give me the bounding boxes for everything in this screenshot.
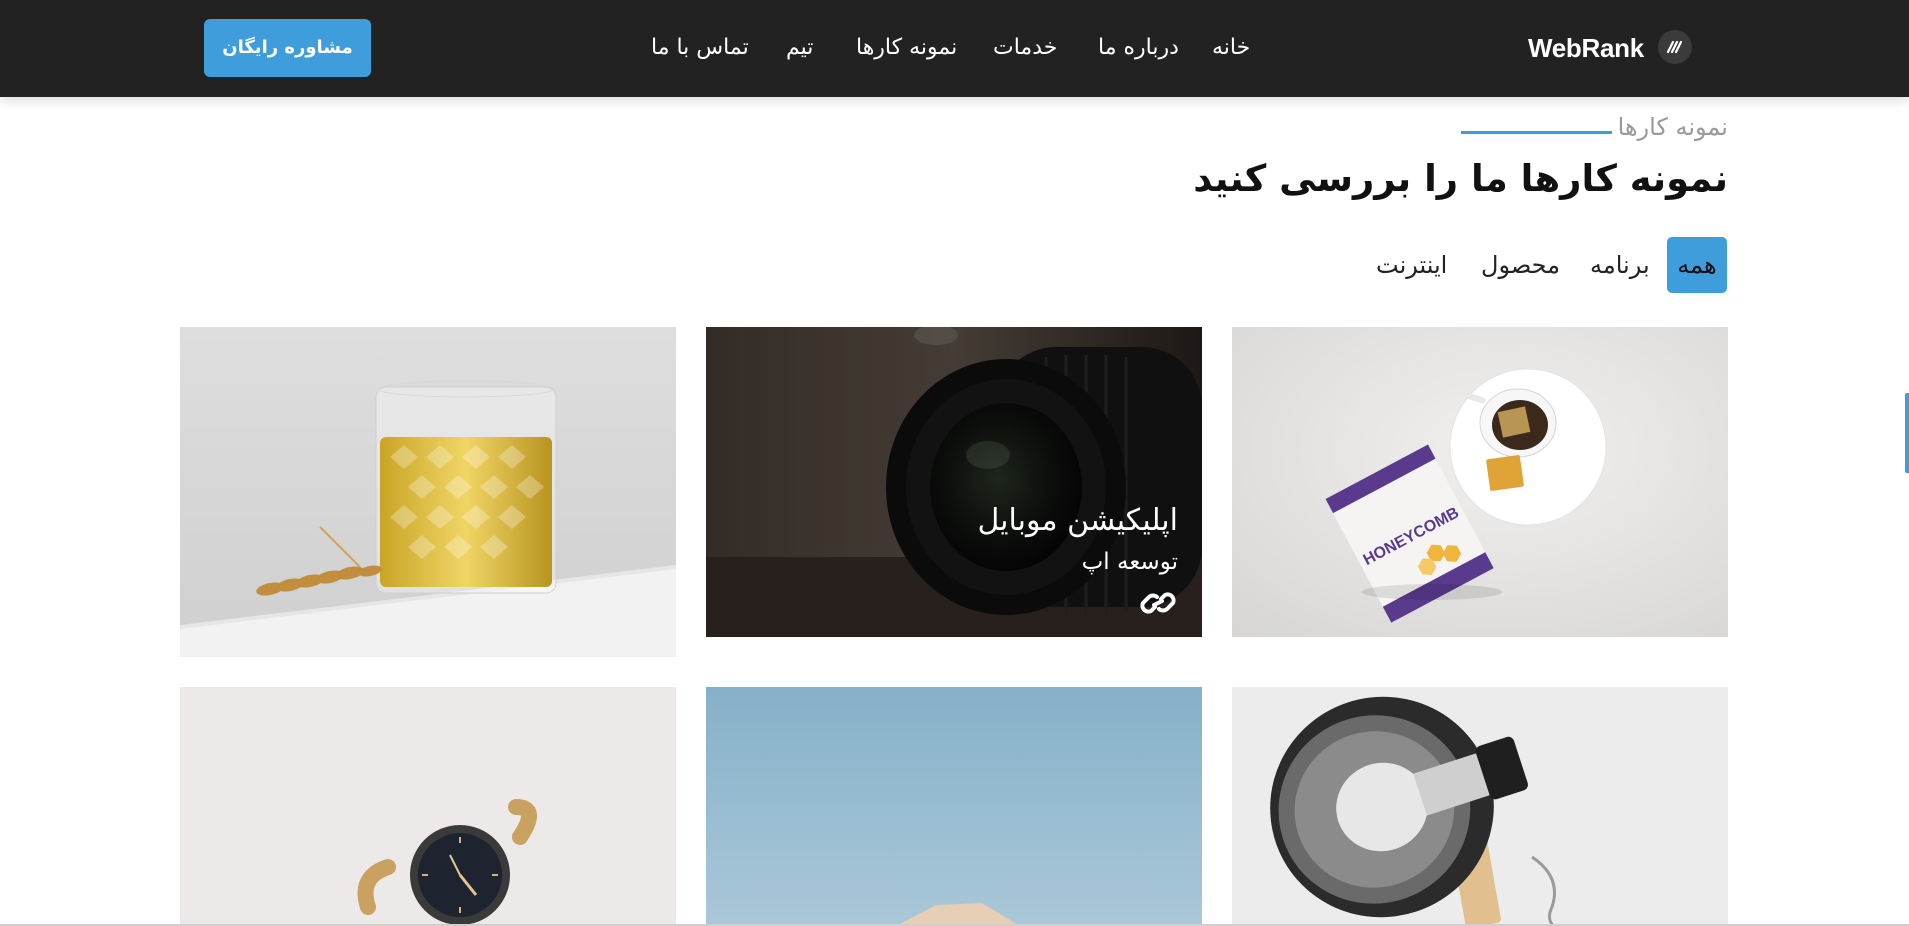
wrist-watch-image <box>180 687 676 926</box>
desk-lamp-image <box>1232 687 1728 926</box>
portfolio-card-sky[interactable] <box>706 687 1202 926</box>
portfolio-card-mobile-app[interactable]: اپلیکیشن موبایل توسعه اپ <box>706 327 1202 637</box>
link-icon[interactable] <box>1138 585 1178 621</box>
nav-item-services[interactable]: خدمات <box>993 30 1057 66</box>
site-header: مشاوره رایگان تماس با ما تیم نمونه کارها… <box>0 0 1909 97</box>
brand-name[interactable]: WebRank <box>1528 28 1644 68</box>
filter-internet[interactable]: اینترنت <box>1376 237 1447 293</box>
nav-item-about[interactable]: درباره ما <box>1098 30 1179 66</box>
webrank-logo-icon[interactable] <box>1658 30 1692 64</box>
section-title: نمونه کارها ما را بررسی کنید <box>1193 157 1728 200</box>
section-eyebrow: نمونه کارها <box>1617 113 1728 141</box>
nav-item-portfolio[interactable]: نمونه کارها <box>856 30 957 66</box>
nav-item-contact[interactable]: تماس با ما <box>651 30 749 66</box>
scroll-edge-handle[interactable] <box>1905 393 1909 473</box>
nav-item-home[interactable]: خانه <box>1212 30 1250 66</box>
free-consultation-button[interactable]: مشاوره رایگان <box>204 19 371 77</box>
blue-sky-image <box>706 687 1202 926</box>
card-title: اپلیکیشن موبایل <box>977 503 1178 538</box>
honeycomb-tea-image: HONEYCOMB <box>1232 327 1728 637</box>
portfolio-card-lamp[interactable] <box>1232 687 1728 926</box>
filter-app[interactable]: برنامه <box>1590 237 1650 293</box>
card-subtitle: توسعه اپ <box>1081 549 1178 575</box>
portfolio-card-tea[interactable]: HONEYCOMB <box>1232 327 1728 637</box>
filter-product[interactable]: محصول <box>1481 237 1560 293</box>
portfolio-card-watch[interactable] <box>180 687 676 926</box>
portfolio-card-oil-glass[interactable] <box>180 327 676 657</box>
eyebrow-underline <box>1461 131 1612 134</box>
filter-all[interactable]: همه <box>1667 237 1727 293</box>
oil-glass-image <box>180 327 676 657</box>
card-hover-overlay <box>706 327 1202 637</box>
nav-item-team[interactable]: تیم <box>786 30 813 66</box>
